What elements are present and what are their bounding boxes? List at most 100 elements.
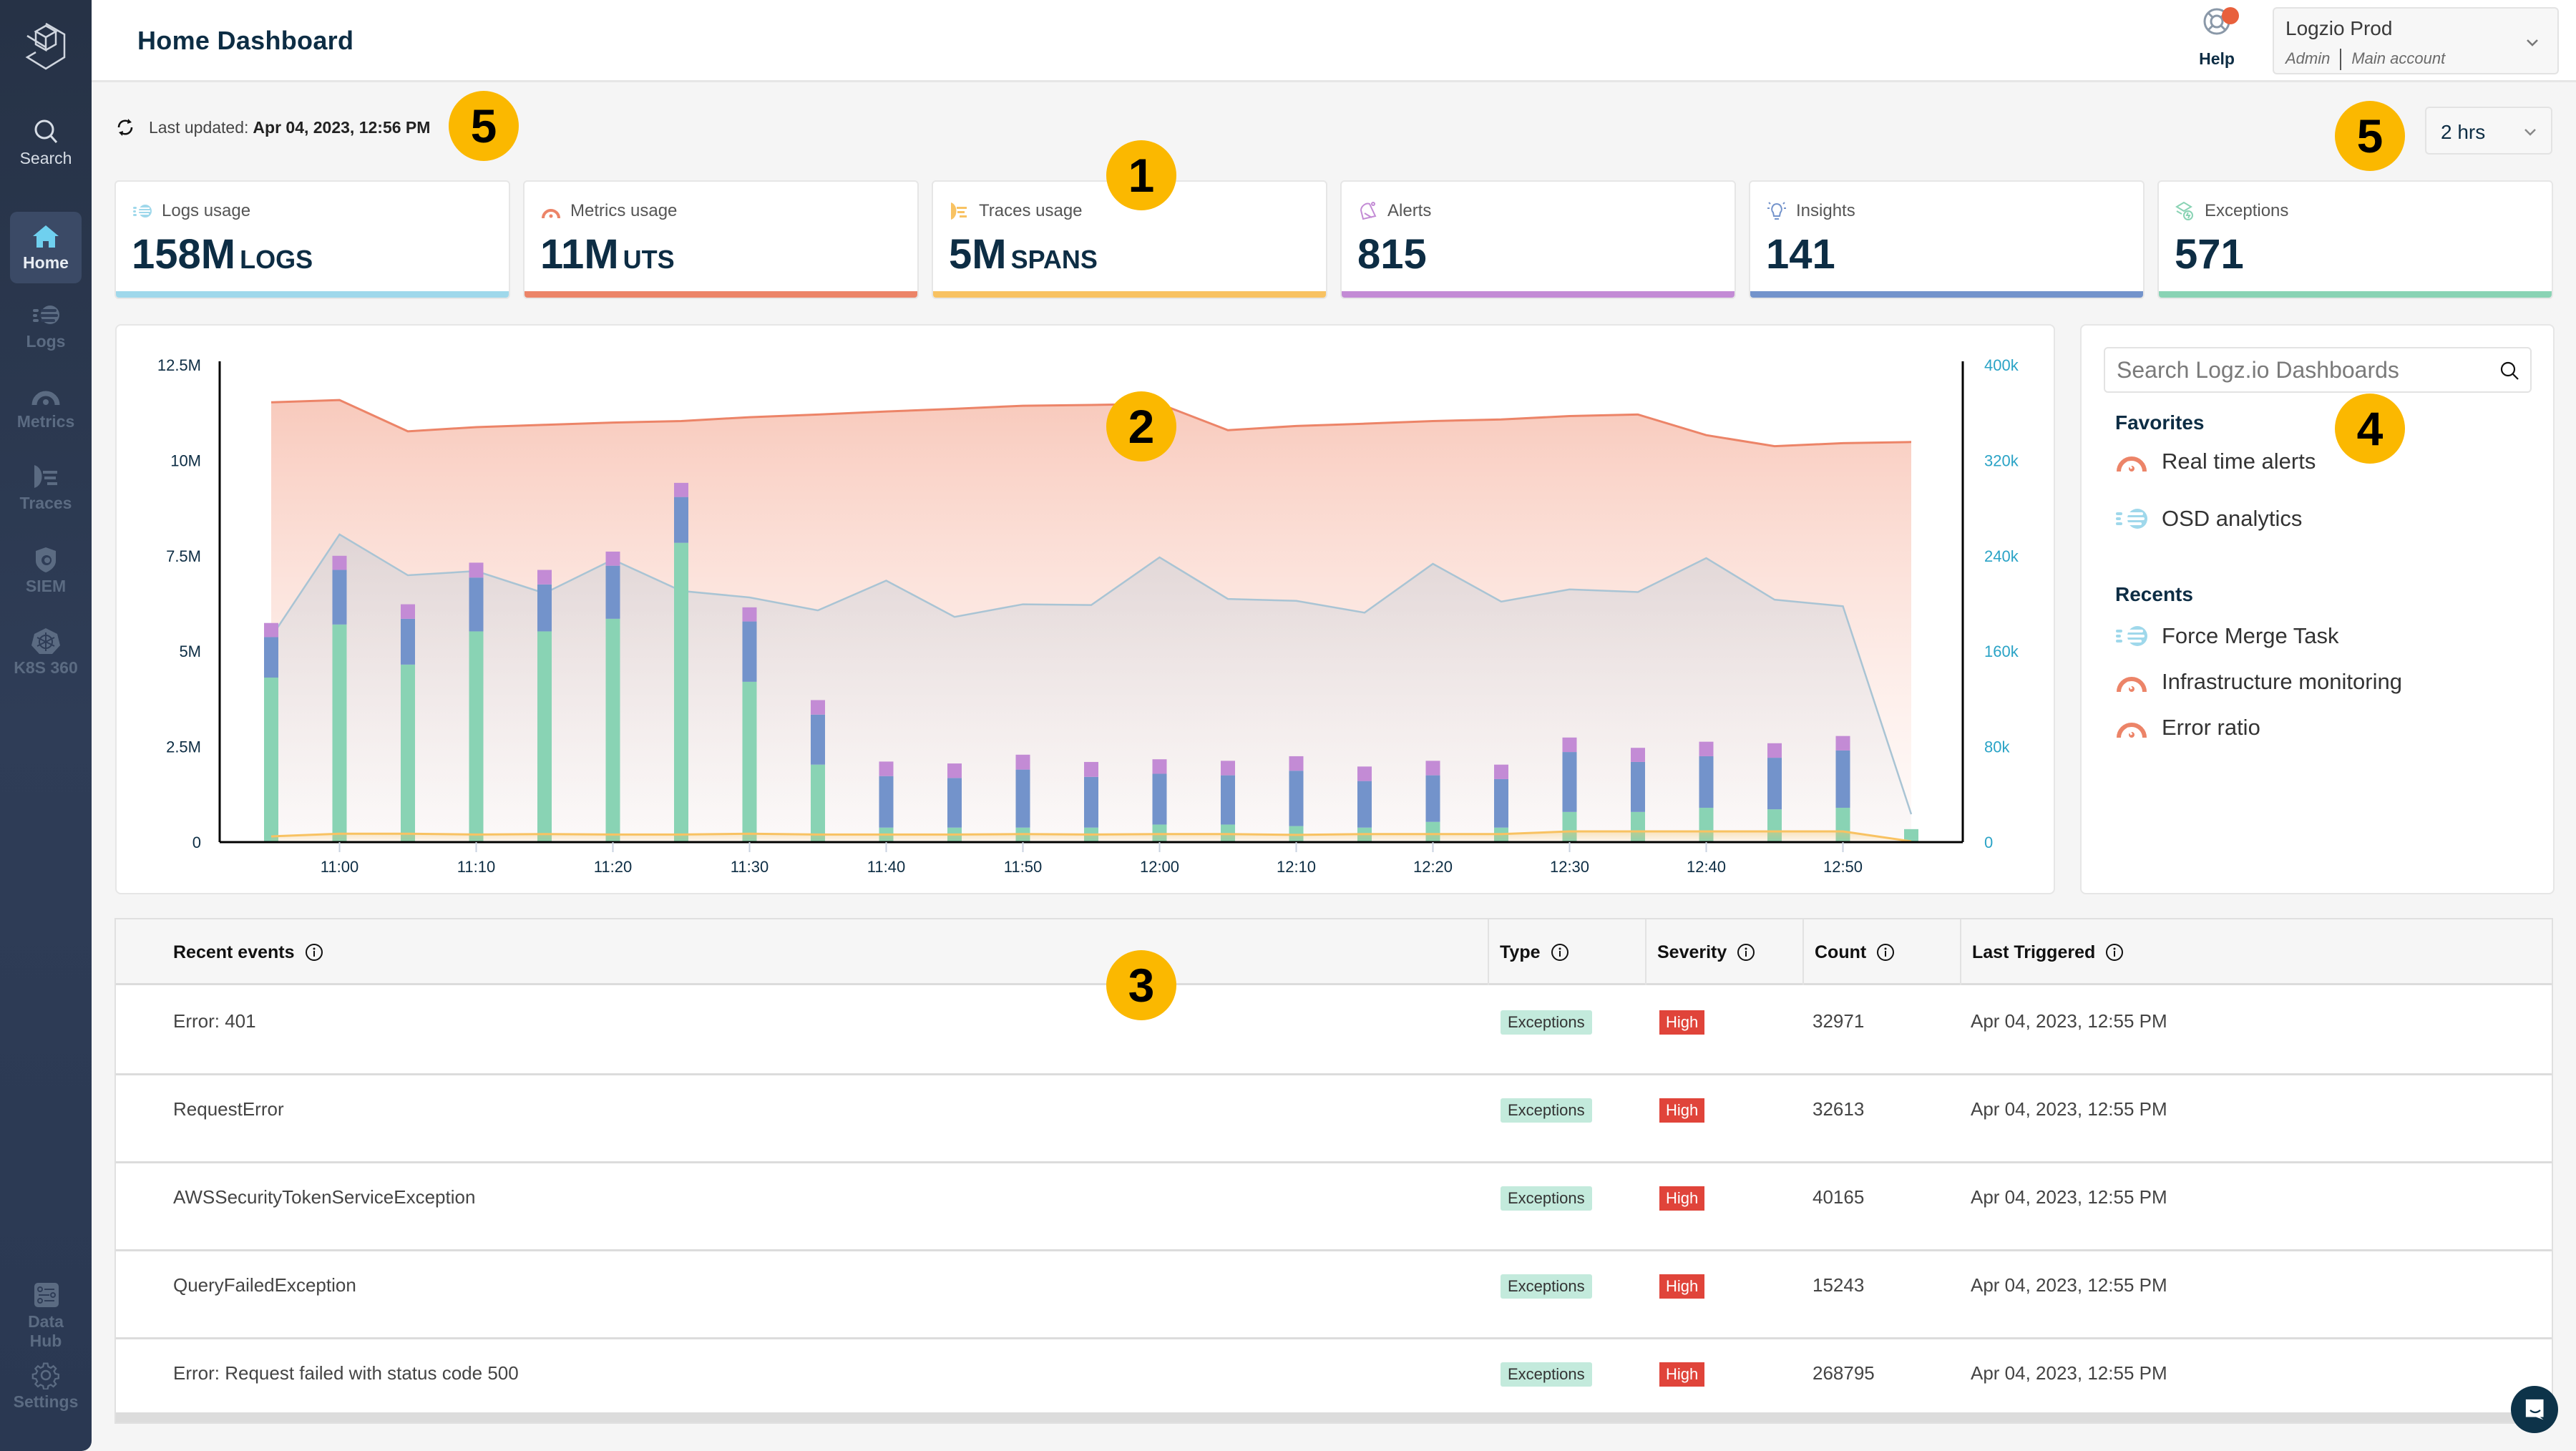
x-tick-label: 12:00: [1140, 858, 1179, 876]
card-logs-usage[interactable]: Logs usage 158M LOGS: [114, 180, 510, 299]
account-selector[interactable]: Logzio Prod Admin Main account: [2273, 7, 2559, 74]
sidebar-item-data-hub[interactable]: Data Hub: [10, 1271, 82, 1350]
card-alerts[interactable]: Alerts 815: [1340, 180, 1736, 299]
recent-dashboard-item[interactable]: Infrastructure monitoring: [2114, 668, 2402, 696]
card-exceptions[interactable]: Exceptions 571: [2157, 180, 2553, 299]
horizontal-scrollbar[interactable]: [116, 1412, 2552, 1422]
info-icon[interactable]: [1737, 943, 1755, 962]
column-divider[interactable]: [1960, 919, 1961, 985]
bar-exceptions: [537, 631, 552, 842]
x-tick-label: 11:30: [731, 858, 769, 876]
bar-insights: [1699, 756, 1714, 808]
sidebar-item-metrics[interactable]: Metrics: [10, 371, 82, 442]
help-button[interactable]: Help: [2192, 6, 2242, 69]
sidebar-item-search[interactable]: Search: [10, 107, 82, 179]
logs-icon: [133, 205, 152, 218]
data-hub-icon: [34, 1283, 59, 1307]
column-divider[interactable]: [1802, 919, 1804, 985]
bar-alerts: [537, 570, 552, 585]
event-name[interactable]: Error: Request failed with status code 5…: [173, 1362, 519, 1384]
table-row[interactable]: Error: Request failed with status code 5…: [116, 1339, 2552, 1422]
traces-icon: [951, 202, 967, 220]
bar-alerts: [605, 551, 620, 566]
bar-insights: [879, 776, 894, 828]
logzio-logo-icon[interactable]: [24, 21, 67, 72]
dashboard-search[interactable]: [2104, 347, 2532, 393]
event-name[interactable]: AWSSecurityTokenServiceException: [173, 1186, 475, 1208]
event-count: 32971: [1813, 1010, 1865, 1032]
usage-chart[interactable]: 0 2.5M 5M 7.5M 10M 12.5M 0 80k 160k 240k 320k 400k 1…: [117, 326, 2057, 896]
dashboard-label: Error ratio: [2162, 715, 2260, 740]
favorite-dashboard-item[interactable]: Real time alerts: [2114, 447, 2316, 476]
event-name[interactable]: Error: 401: [173, 1010, 256, 1032]
recent-dashboard-item[interactable]: Error ratio: [2114, 713, 2260, 742]
bar-insights: [1084, 776, 1098, 828]
bar-insights: [1562, 752, 1577, 812]
time-range-select[interactable]: 2 hrs: [2425, 107, 2552, 155]
column-header-severity[interactable]: Severity: [1657, 919, 1755, 985]
sidebar-item-logs[interactable]: Logs: [10, 290, 82, 362]
column-label: Last Triggered: [1972, 942, 2096, 962]
logs-icon: [33, 306, 59, 324]
card-metrics-usage[interactable]: Metrics usage 11M UTS: [523, 180, 919, 299]
sidebar-item-home[interactable]: Home: [10, 212, 82, 283]
sidebar-item-siem[interactable]: SIEM: [10, 535, 82, 607]
refresh-icon[interactable]: [114, 117, 136, 138]
bar-alerts: [742, 607, 757, 622]
table-row[interactable]: RequestError Exceptions High 32613 Apr 04, 2…: [116, 1075, 2552, 1163]
bar-insights: [947, 778, 962, 828]
bar-insights: [332, 570, 347, 625]
kubernetes-icon: [31, 628, 60, 654]
bar-alerts: [947, 763, 962, 778]
dashboard-search-input[interactable]: [2117, 356, 2489, 384]
table-row[interactable]: QueryFailedException Exceptions High 15243 A…: [116, 1251, 2552, 1339]
bar-alerts: [1699, 741, 1714, 756]
metrics-gauge-icon: [2117, 723, 2147, 738]
divider: [2340, 49, 2342, 70]
bar-insights: [1221, 775, 1235, 825]
sidebar-item-k8s[interactable]: K8S 360: [10, 617, 82, 688]
column-divider[interactable]: [1488, 919, 1489, 985]
event-name[interactable]: RequestError: [173, 1098, 284, 1120]
bar-insights: [537, 584, 552, 632]
card-insights[interactable]: Insights 141: [1749, 180, 2145, 299]
recents-title: Recents: [2115, 583, 2193, 605]
card-accent-bar: [525, 291, 917, 298]
column-header-event[interactable]: Recent events: [173, 919, 323, 985]
event-name[interactable]: QueryFailedException: [173, 1274, 356, 1296]
y-tick-label: 0: [192, 834, 201, 851]
logs-icon: [2116, 626, 2147, 646]
sidebar-item-traces[interactable]: Traces: [10, 452, 82, 524]
card-accent-bar: [933, 291, 1326, 298]
bar-exceptions: [674, 542, 688, 842]
bar-alerts: [1152, 759, 1167, 774]
card-title: Metrics usage: [570, 201, 678, 220]
table-row[interactable]: Error: 401 Exceptions High 32971 Apr 04, 202…: [116, 987, 2552, 1075]
card-title: Alerts: [1387, 201, 1432, 220]
recent-dashboard-item[interactable]: Force Merge Task: [2114, 622, 2339, 650]
y2-tick-label: 400k: [1984, 356, 2019, 374]
column-header-last-triggered[interactable]: Last Triggered: [1972, 919, 2124, 985]
info-icon[interactable]: [1551, 943, 1569, 962]
dashboards-panel: Favorites Real time alerts OSD analytics…: [2080, 324, 2555, 894]
info-icon[interactable]: [2105, 943, 2124, 962]
bar-alerts: [674, 482, 688, 497]
info-icon[interactable]: [1876, 943, 1895, 962]
favorite-dashboard-item[interactable]: OSD analytics: [2114, 504, 2302, 533]
card-value: 11M: [540, 231, 619, 278]
card-value: 158M: [132, 231, 236, 278]
info-icon[interactable]: [305, 943, 323, 962]
search-icon[interactable]: [2499, 360, 2520, 381]
notification-dot: [2222, 7, 2239, 24]
column-header-count[interactable]: Count: [1815, 919, 1895, 985]
event-count: 15243: [1813, 1274, 1865, 1296]
column-header-type[interactable]: Type: [1500, 919, 1569, 985]
table-row[interactable]: AWSSecurityTokenServiceException Exceptio…: [116, 1163, 2552, 1251]
chat-support-button[interactable]: [2511, 1386, 2558, 1433]
bar-alerts: [1357, 766, 1372, 781]
sidebar-item-label: Settings: [13, 1392, 79, 1411]
sidebar-item-settings[interactable]: Settings: [10, 1351, 82, 1422]
event-count: 32613: [1813, 1098, 1865, 1120]
column-divider[interactable]: [1645, 919, 1646, 985]
help-label: Help: [2199, 49, 2235, 68]
